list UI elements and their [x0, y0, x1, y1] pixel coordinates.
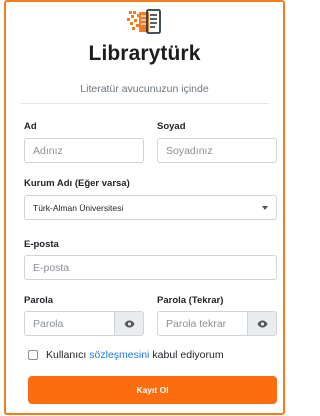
- logo-area: Librarytürk: [6, 8, 283, 66]
- tagline: Literatür avucunuzun içinde: [80, 83, 209, 95]
- password-toggle-button[interactable]: [114, 311, 144, 336]
- divider: [20, 103, 269, 104]
- institution-select[interactable]: Türk-Alman Üniversitesi: [24, 195, 277, 220]
- terms-row: Kullanıcı sözleşmesini kabul ediyorum: [28, 349, 224, 361]
- eye-icon: [257, 320, 267, 327]
- password-confirm-toggle-button[interactable]: [247, 311, 277, 336]
- eye-icon: [124, 320, 134, 327]
- institution-label: Kurum Adı (Eğer varsa): [24, 178, 130, 189]
- terms-link[interactable]: sözleşmesini: [89, 349, 149, 361]
- brand-name: Librarytürk: [88, 42, 201, 65]
- password-confirm-label: Parola (Tekrar): [157, 295, 224, 306]
- library-book-logo-icon: [123, 8, 167, 36]
- terms-checkbox[interactable]: [28, 350, 38, 360]
- email-label: E-posta: [24, 239, 59, 250]
- password-group: [24, 311, 144, 336]
- password-input[interactable]: [24, 311, 114, 336]
- last-name-label: Soyad: [157, 121, 186, 132]
- first-name-input[interactable]: [24, 138, 144, 163]
- first-name-label: Ad: [24, 121, 37, 132]
- terms-prefix: Kullanıcı: [46, 349, 87, 361]
- email-input[interactable]: [24, 255, 277, 280]
- register-button[interactable]: Kayıt Ol: [28, 376, 277, 404]
- register-card: Librarytürk Literatür avucunuzun içinde …: [4, 0, 285, 415]
- last-name-input[interactable]: [157, 138, 277, 163]
- password-confirm-group: [157, 311, 277, 336]
- chevron-down-icon: [262, 206, 268, 210]
- institution-selected-value: Türk-Alman Üniversitesi: [33, 202, 124, 213]
- password-confirm-input[interactable]: [157, 311, 247, 336]
- password-label: Parola: [24, 295, 54, 306]
- terms-suffix: kabul ediyorum: [152, 349, 224, 361]
